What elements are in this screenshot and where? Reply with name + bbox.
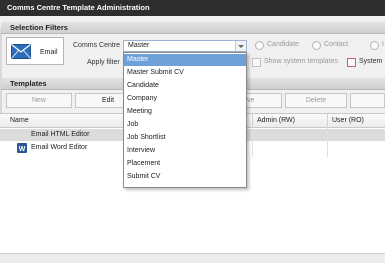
row-name: Email HTML Editor (31, 131, 90, 138)
dropdown-option[interactable]: Company (124, 93, 246, 105)
envelope-icon (11, 44, 31, 59)
comms-centre-combo[interactable]: Master (123, 40, 247, 52)
selection-filters-header: Selection Filters (1, 22, 385, 34)
svg-text:W: W (19, 146, 26, 153)
dropdown-option[interactable]: Master (124, 54, 246, 66)
dropdown-option[interactable]: Candidate (124, 80, 246, 92)
dropdown-option[interactable]: Meeting (124, 106, 246, 118)
column-name[interactable]: Name (10, 117, 29, 124)
window-title: Comms Centre Template Administration (0, 0, 385, 16)
email-button-label: Email (40, 49, 58, 56)
apply-filter-label: Apply filter (87, 59, 120, 66)
dropdown-option[interactable]: Job (124, 119, 246, 131)
combo-value: Master (128, 42, 150, 49)
comms-centre-label: Comms Centre (73, 42, 121, 49)
dropdown-option[interactable]: Job Shortlist (124, 132, 246, 144)
word-icon: W (17, 143, 27, 153)
delete-button[interactable]: Delete (285, 93, 347, 108)
dropdown-option[interactable]: Submit CV (124, 171, 246, 183)
email-button[interactable]: Email (6, 37, 64, 65)
dropdown-option[interactable]: Master Submit CV (124, 67, 246, 79)
row-name: Email Word Editor (31, 144, 88, 151)
dropdown-option[interactable]: Interview (124, 145, 246, 157)
chevron-down-icon[interactable] (235, 41, 246, 51)
column-user[interactable]: User (RO) (332, 117, 364, 124)
extra-button[interactable] (350, 93, 385, 108)
remove-button[interactable]: ve (244, 93, 282, 108)
new-button[interactable]: New (6, 93, 72, 108)
column-admin[interactable]: Admin (RW) (257, 117, 295, 124)
dropdown-option[interactable]: Placement (124, 158, 246, 170)
comms-centre-dropdown-list: Master Master Submit CV Candidate Compan… (123, 52, 247, 188)
